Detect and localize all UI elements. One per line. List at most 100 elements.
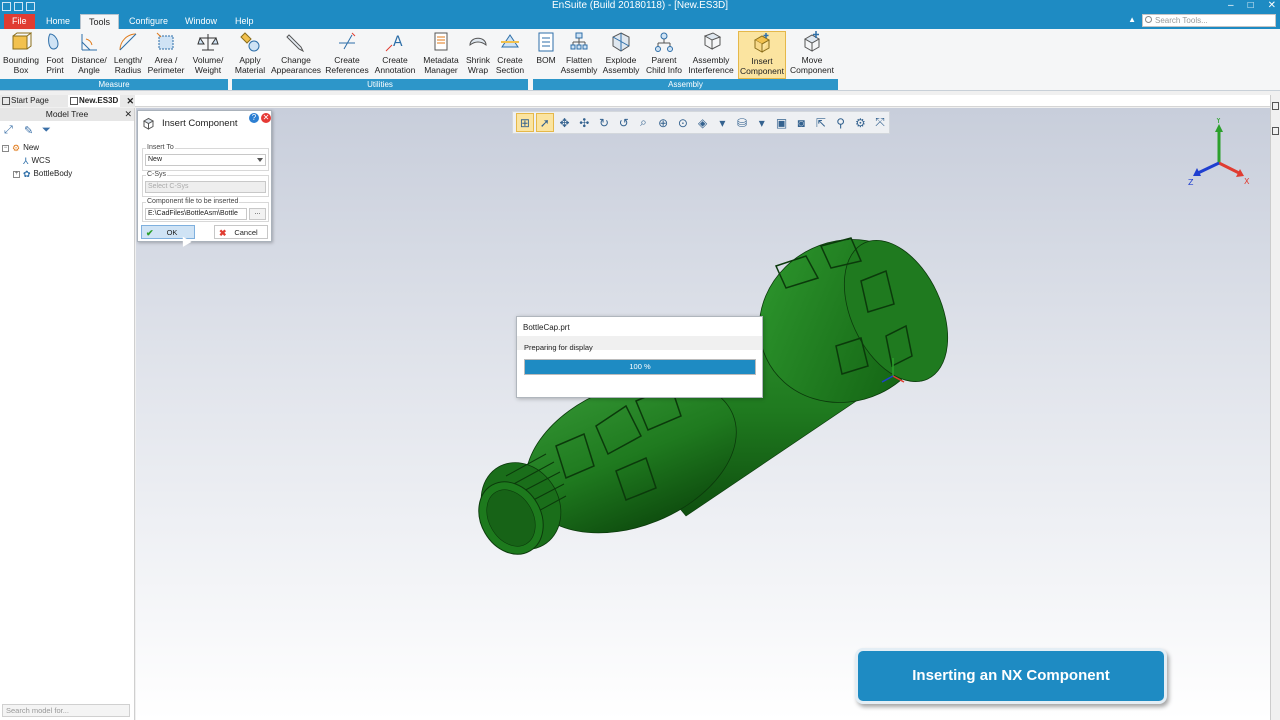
close-tab-icon[interactable]: ✕: [126, 95, 134, 107]
part-icon: ✿: [23, 169, 31, 179]
display-style-icon[interactable]: ⛁: [733, 113, 751, 132]
insert-to-select[interactable]: New: [145, 154, 266, 166]
display-dropdown-icon[interactable]: ▾: [753, 113, 771, 132]
cancel-button[interactable]: ✖ Cancel: [214, 225, 268, 239]
view-cube-icon[interactable]: ◈: [694, 113, 712, 132]
ribbon-collapse-icon[interactable]: ▲: [1128, 15, 1136, 24]
create-section-button[interactable]: Create Section: [494, 31, 526, 79]
document-icon: [434, 32, 448, 51]
assembly-icon: ⚙: [12, 143, 21, 153]
length-radius-button[interactable]: Length/ Radius: [110, 31, 146, 79]
measure-arrows-icon[interactable]: ⇱: [812, 113, 830, 132]
create-references-button[interactable]: Create References: [325, 31, 369, 79]
rotate-icon[interactable]: ↻: [595, 113, 613, 132]
component-file-input[interactable]: E:\CadFiles\BottleAsm\Bottle: [145, 208, 247, 220]
close-window-button[interactable]: ✕: [1268, 0, 1276, 11]
create-annotation-button[interactable]: A Create Annotation: [372, 31, 418, 79]
bounding-box-button[interactable]: Bounding Box: [2, 31, 40, 79]
tab-tools[interactable]: Tools: [80, 14, 120, 29]
search-icon: [1145, 16, 1152, 23]
filter-icon[interactable]: ⏷: [42, 124, 51, 137]
document-tabs: Start Page New.ES3D ✕: [0, 95, 135, 107]
tab-file[interactable]: File: [4, 14, 35, 29]
model-tree-toggle-icon[interactable]: ⊞: [516, 113, 534, 132]
flatten-assembly-button[interactable]: Flatten Assembly: [561, 31, 597, 79]
right-side-panel-strip: [1270, 95, 1280, 720]
insert-component-button[interactable]: Insert Component: [738, 31, 786, 79]
group-label-assembly: Assembly: [533, 79, 838, 90]
dialog-close-icon[interactable]: ✕: [261, 113, 271, 123]
select-icon[interactable]: ➚: [535, 113, 554, 132]
search-tools-input[interactable]: Search Tools...: [1142, 14, 1276, 27]
component-file-group: Component file to be inserted E:\CadFile…: [142, 198, 269, 222]
expand-tree-icon[interactable]: ⤢: [4, 124, 13, 137]
length-radius-icon: [119, 33, 137, 51]
interference-icon: [703, 32, 722, 50]
csys-input[interactable]: Select C-Sys: [145, 181, 266, 193]
foot-print-button[interactable]: Foot Print: [40, 31, 70, 79]
progress-title: BottleCap.prt: [523, 323, 570, 332]
visibility-icon[interactable]: ⚲: [832, 113, 850, 132]
shrink-wrap-button[interactable]: Shrink Wrap: [463, 31, 493, 79]
spin-icon[interactable]: ↺: [615, 113, 633, 132]
metadata-manager-button[interactable]: Metadata Manager: [421, 31, 461, 79]
model-tree-header: Model Tree ✕: [0, 108, 134, 121]
browse-button[interactable]: ...: [249, 208, 266, 220]
move-icon[interactable]: ✣: [575, 113, 593, 132]
insert-component-icon: [142, 117, 155, 130]
tree-node-bottlebody[interactable]: + ✿ BottleBody: [13, 169, 72, 179]
group-label-measure: Measure: [0, 79, 228, 90]
attach-icon[interactable]: ✎: [24, 124, 33, 137]
orientation-triad: Y X Z: [1188, 118, 1250, 187]
settings-icon[interactable]: ⚙: [852, 113, 870, 132]
assembly-interference-button[interactable]: Assembly Interference: [687, 31, 735, 79]
fullscreen-icon[interactable]: ⤧: [871, 113, 889, 132]
tab-start-page[interactable]: Start Page: [0, 95, 66, 107]
model-tree-toolbar: ⤢ ✎ ⏷: [0, 121, 134, 139]
progress-bar: 100 %: [524, 359, 756, 375]
pan-icon[interactable]: ✥: [556, 113, 574, 132]
3d-viewport[interactable]: ⊞ ➚ ✥ ✣ ↻ ↺ ⌕ ⊕ ⊙ ◈ ▾ ⛁ ▾ ▣ ◙ ⇱ ⚲ ⚙ ⤧ Y …: [136, 108, 1270, 720]
zoom-area-icon[interactable]: ⊕: [654, 113, 672, 132]
camera-icon[interactable]: ◙: [792, 113, 810, 132]
close-panel-icon[interactable]: ✕: [124, 108, 132, 121]
bom-button[interactable]: BOM: [533, 31, 559, 79]
svg-text:A: A: [393, 34, 403, 50]
tab-help[interactable]: Help: [227, 14, 262, 29]
distance-angle-button[interactable]: Distance/ Angle: [70, 31, 108, 79]
area-perimeter-button[interactable]: Area / Perimeter: [146, 31, 186, 79]
zoom-window-icon[interactable]: ⌕: [635, 113, 653, 132]
properties-panel-icon[interactable]: [1272, 102, 1279, 110]
view-toolbar: ⊞ ➚ ✥ ✣ ↻ ↺ ⌕ ⊕ ⊙ ◈ ▾ ⛁ ▾ ▣ ◙ ⇱ ⚲ ⚙ ⤧: [512, 111, 890, 134]
explode-assembly-button[interactable]: Explode Assembly: [602, 31, 640, 79]
dialog-title-bar[interactable]: Insert Component ? ✕: [138, 111, 271, 135]
tree-node-root[interactable]: − ⚙ New: [2, 143, 39, 153]
tab-configure[interactable]: Configure: [121, 14, 176, 29]
model-tree-panel: Model Tree ✕ ⤢ ✎ ⏷ − ⚙ New ⅄ WCS + ✿ Bot…: [0, 108, 135, 720]
axis-label-x: X: [1244, 177, 1250, 186]
view-dropdown-icon[interactable]: ▾: [713, 113, 731, 132]
tab-window[interactable]: Window: [177, 14, 225, 29]
model-search-input[interactable]: Search model for...: [2, 704, 130, 717]
check-icon: ✔: [146, 228, 154, 238]
collapse-icon[interactable]: −: [2, 144, 9, 152]
maximize-button[interactable]: □: [1248, 0, 1254, 11]
expand-icon[interactable]: +: [13, 170, 20, 178]
tree-node-wcs[interactable]: ⅄ WCS: [23, 156, 50, 166]
render-icon[interactable]: ▣: [773, 113, 791, 132]
move-component-button[interactable]: Move Component: [790, 31, 834, 79]
apply-material-icon: [240, 32, 260, 52]
volume-weight-button[interactable]: Volume/ Weight: [188, 31, 228, 79]
document-tab-strip: [135, 95, 1270, 107]
tab-home[interactable]: Home: [38, 14, 78, 29]
zoom-fit-icon[interactable]: ⊙: [674, 113, 692, 132]
change-appearances-button[interactable]: Change Appearances: [270, 31, 322, 79]
coordinate-system-icon: ⅄: [23, 156, 29, 166]
apply-material-button[interactable]: Apply Material: [232, 31, 268, 79]
start-page-icon: [2, 97, 10, 105]
help-icon[interactable]: ?: [249, 113, 259, 123]
tab-new-es3d[interactable]: New.ES3D ✕: [68, 95, 134, 107]
minimize-button[interactable]: –: [1228, 0, 1234, 11]
parent-child-info-button[interactable]: Parent Child Info: [644, 31, 684, 79]
settings-panel-icon[interactable]: [1272, 127, 1279, 135]
